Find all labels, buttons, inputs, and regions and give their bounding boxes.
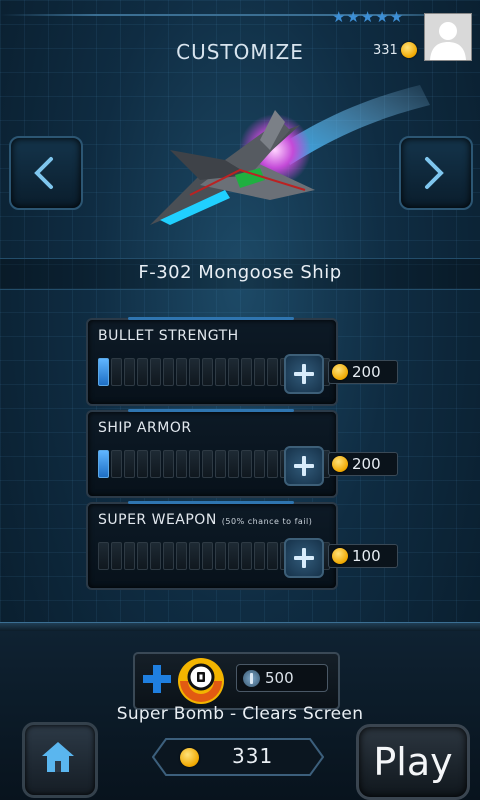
level-segment bbox=[228, 542, 239, 570]
fighter-ship-icon bbox=[150, 85, 430, 225]
level-segment bbox=[176, 358, 187, 386]
home-icon bbox=[42, 742, 74, 772]
level-segment bbox=[202, 358, 213, 386]
level-segment bbox=[150, 542, 161, 570]
level-segment bbox=[111, 450, 122, 478]
level-segment bbox=[98, 358, 109, 386]
top-divider bbox=[0, 14, 480, 16]
level-segment bbox=[267, 358, 278, 386]
level-segment bbox=[189, 542, 200, 570]
bottom-divider bbox=[0, 622, 480, 631]
super-bomb-cost: 500 bbox=[236, 664, 328, 692]
upgrade-cost: 100 bbox=[328, 544, 398, 568]
level-segment bbox=[267, 542, 278, 570]
level-segment bbox=[111, 542, 122, 570]
coin-icon bbox=[332, 456, 348, 472]
upgrade-plus-button[interactable] bbox=[284, 538, 324, 578]
level-segment bbox=[202, 542, 213, 570]
level-segment bbox=[111, 358, 122, 386]
ship-name: F-302 Mongoose Ship bbox=[138, 262, 342, 283]
level-segment bbox=[254, 450, 265, 478]
level-segment bbox=[241, 358, 252, 386]
level-segment bbox=[215, 450, 226, 478]
level-segment bbox=[228, 358, 239, 386]
coin-icon bbox=[180, 748, 199, 767]
level-segment bbox=[98, 542, 109, 570]
level-segment bbox=[241, 450, 252, 478]
level-segment bbox=[189, 450, 200, 478]
upgrade-label: BULLET STRENGTH bbox=[98, 328, 239, 344]
level-segment bbox=[150, 450, 161, 478]
upgrade-cost-value: 200 bbox=[352, 363, 381, 381]
upgrade-cost: 200 bbox=[328, 360, 398, 384]
ship-preview bbox=[130, 80, 480, 250]
avatar-silhouette-icon bbox=[430, 22, 466, 60]
level-segment bbox=[163, 542, 174, 570]
level-segment bbox=[137, 450, 148, 478]
level-segment bbox=[254, 542, 265, 570]
chevron-left-icon bbox=[34, 157, 53, 189]
level-segment bbox=[254, 358, 265, 386]
previous-ship-button[interactable] bbox=[9, 136, 83, 210]
level-segment bbox=[267, 450, 278, 478]
level-segment bbox=[176, 542, 187, 570]
coin-balance-top: 331 bbox=[373, 42, 417, 58]
coin-balance-bottom: 331 bbox=[152, 738, 324, 776]
coin-icon bbox=[332, 364, 348, 380]
gem-icon bbox=[243, 669, 260, 687]
upgrade-cost: 200 bbox=[328, 452, 398, 476]
upgrade-note: (50% chance to fail) bbox=[221, 517, 313, 526]
upgrade-panel-bullet-strength: BULLET STRENGTH bbox=[86, 317, 338, 406]
player-avatar[interactable] bbox=[424, 13, 472, 61]
rank-stars: ★★★★★ bbox=[332, 8, 405, 26]
level-segment bbox=[98, 450, 109, 478]
play-button[interactable]: Play bbox=[356, 724, 470, 800]
level-segment bbox=[202, 450, 213, 478]
panel-accent bbox=[128, 317, 294, 320]
level-segment bbox=[137, 358, 148, 386]
coin-icon bbox=[332, 548, 348, 564]
upgrade-cost-value: 100 bbox=[352, 547, 381, 565]
upgrade-label: SUPER WEAPON (50% chance to fail) bbox=[98, 512, 313, 528]
level-segment bbox=[215, 358, 226, 386]
upgrade-panel-super-weapon: SUPER WEAPON (50% chance to fail) bbox=[86, 501, 338, 590]
upgrade-plus-button[interactable] bbox=[284, 446, 324, 486]
level-segment bbox=[163, 358, 174, 386]
level-segment bbox=[124, 450, 135, 478]
super-bomb-icon bbox=[176, 656, 226, 706]
upgrade-label: SHIP ARMOR bbox=[98, 420, 192, 436]
coin-balance-value: 331 bbox=[232, 744, 274, 768]
home-button[interactable] bbox=[22, 722, 98, 798]
upgrade-panel-ship-armor: SHIP ARMOR bbox=[86, 409, 338, 498]
level-segment bbox=[124, 358, 135, 386]
level-segment bbox=[176, 450, 187, 478]
level-segment bbox=[228, 450, 239, 478]
panel-accent bbox=[128, 409, 294, 412]
level-segment bbox=[163, 450, 174, 478]
coin-balance-value: 331 bbox=[373, 42, 398, 58]
panel-accent bbox=[128, 501, 294, 504]
super-bomb-cost-value: 500 bbox=[265, 669, 294, 687]
coin-icon bbox=[400, 42, 417, 58]
upgrade-cost-value: 200 bbox=[352, 455, 381, 473]
upgrade-plus-button[interactable] bbox=[284, 354, 324, 394]
level-segment bbox=[189, 358, 200, 386]
level-segment bbox=[124, 542, 135, 570]
super-bomb-caption: Super Bomb - Clears Screen bbox=[116, 704, 364, 724]
level-segment bbox=[241, 542, 252, 570]
add-super-bomb-icon[interactable] bbox=[143, 665, 171, 693]
level-segment bbox=[215, 542, 226, 570]
level-segment bbox=[137, 542, 148, 570]
level-segment bbox=[150, 358, 161, 386]
